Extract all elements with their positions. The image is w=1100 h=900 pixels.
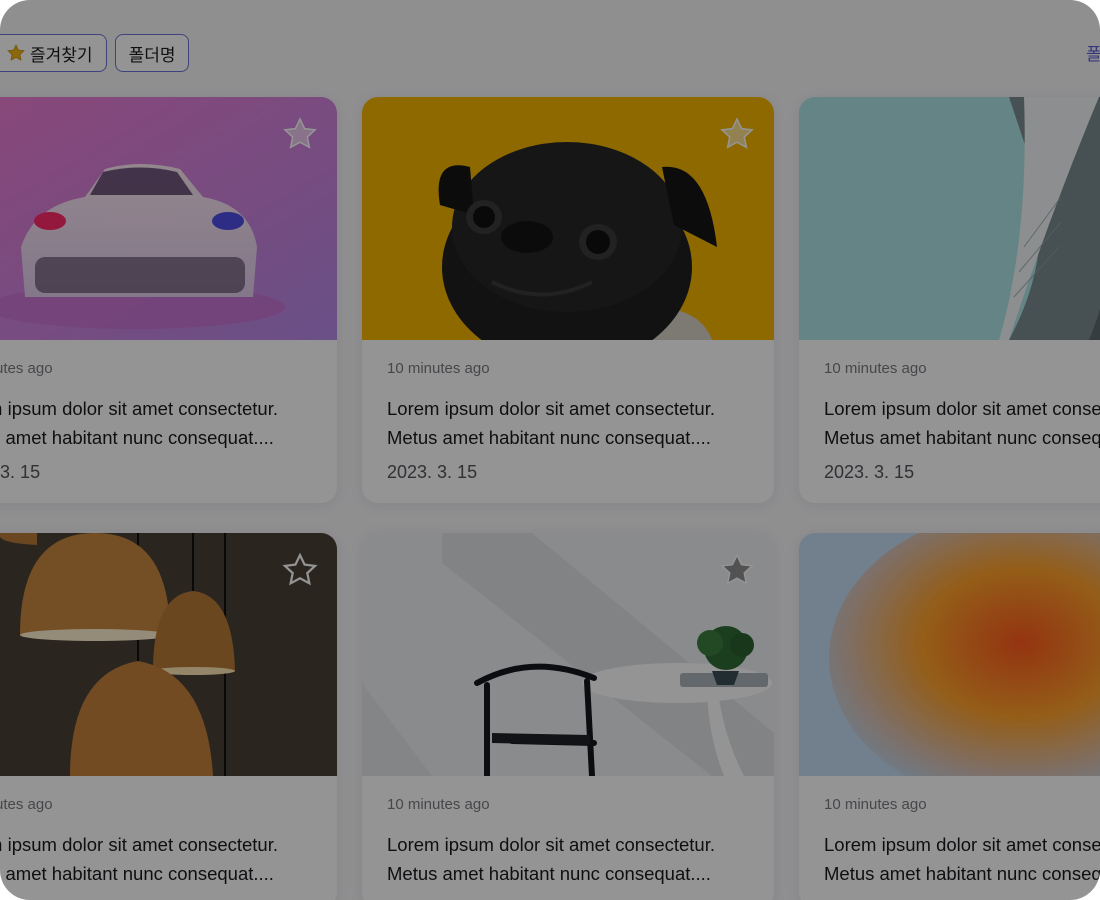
card-time: 10 minutes ago — [0, 796, 53, 813]
card-description: Lorem ipsum dolor sit amet consectetur. … — [387, 830, 749, 888]
folder-chip[interactable]: 폴더명 — [114, 34, 190, 72]
card-description: Lorem ipsum dolor sit amet consectetur. … — [0, 394, 312, 452]
card-pug[interactable]: 10 minutes ago Lorem ipsum dolor sit ame… — [362, 97, 774, 503]
card-time: 10 minutes ago — [387, 796, 490, 813]
card-body: 10 minutes ago Lorem ipsum dolor sit ame… — [0, 340, 337, 503]
card-line2: Metus amet habitant nunc consequat.... — [387, 863, 711, 884]
star-icon — [720, 117, 754, 149]
favorite-toggle[interactable] — [718, 551, 756, 589]
card-description: Lorem ipsum dolor sit amet consectetur. … — [824, 394, 1100, 452]
favorites-chip-label: 즐겨찾기 — [30, 45, 93, 66]
card-line2: Metus amet habitant nunc consequat.... — [824, 427, 1100, 448]
card-line1: Lorem ipsum dolor sit amet consectetur. — [824, 398, 1100, 419]
gallery-screen: 즐겨찾기 폴더명 폴 tes ago ipsum dolor sit amet … — [0, 0, 1100, 900]
card-thumbnail — [799, 97, 1100, 340]
chair-image — [362, 533, 774, 776]
card-time: 10 minutes ago — [0, 360, 53, 377]
favorite-toggle[interactable] — [281, 115, 319, 153]
card-line1: Lorem ipsum dolor sit amet consectetur. — [824, 834, 1100, 855]
card-gradient[interactable]: 10 minutes ago Lorem ipsum dolor sit ame… — [799, 533, 1100, 900]
card-chair[interactable]: 10 minutes ago Lorem ipsum dolor sit ame… — [362, 533, 774, 900]
card-architecture[interactable]: 10 minutes ago Lorem ipsum dolor sit ame… — [799, 97, 1100, 503]
card-thumbnail — [0, 97, 337, 340]
card-lamps[interactable]: 10 minutes ago Lorem ipsum dolor sit ame… — [0, 533, 337, 900]
card-description: Lorem ipsum dolor sit amet consectetur. … — [387, 394, 749, 452]
card-date: 2023. 3. 15 — [824, 462, 915, 482]
card-line2: Metus amet habitant nunc consequat.... — [387, 427, 711, 448]
folder-chip-label: 폴더명 — [128, 45, 176, 66]
folder-more-link[interactable]: 폴 — [1086, 40, 1100, 65]
card-thumbnail — [799, 533, 1100, 776]
star-icon — [720, 553, 754, 585]
star-icon — [282, 552, 318, 586]
card-body: 10 minutes ago Lorem ipsum dolor sit ame… — [799, 776, 1100, 900]
card-time: 10 minutes ago — [824, 360, 927, 377]
folder-chips: 즐겨찾기 폴더명 — [0, 34, 190, 72]
card-thumbnail — [0, 533, 337, 776]
card-description: Lorem ipsum dolor sit amet consectetur. … — [0, 830, 312, 888]
star-icon — [7, 44, 25, 61]
card-time: 10 minutes ago — [387, 360, 490, 377]
card-date: 2023. 3. 15 — [0, 462, 41, 482]
card-time: 10 minutes ago — [824, 796, 927, 813]
card-description: Lorem ipsum dolor sit amet consectetur. … — [824, 830, 1100, 888]
card-line2: Metus amet habitant nunc consequat.... — [824, 863, 1100, 884]
card-body: 10 minutes ago Lorem ipsum dolor sit ame… — [362, 340, 774, 503]
card-line1: Lorem ipsum dolor sit amet consectetur. — [387, 834, 716, 855]
card-line1: Lorem ipsum dolor sit amet consectetur. — [0, 834, 279, 855]
card-car[interactable]: 10 minutes ago Lorem ipsum dolor sit ame… — [0, 97, 337, 503]
architecture-image — [799, 97, 1100, 340]
card-line2: Metus amet habitant nunc consequat.... — [0, 427, 274, 448]
card-body: 10 minutes ago Lorem ipsum dolor sit ame… — [799, 340, 1100, 503]
favorites-chip[interactable]: 즐겨찾기 — [0, 34, 107, 72]
card-line2: Metus amet habitant nunc consequat.... — [0, 863, 274, 884]
favorite-toggle[interactable] — [281, 551, 319, 589]
card-body: 10 minutes ago Lorem ipsum dolor sit ame… — [0, 776, 337, 900]
card-body: 10 minutes ago Lorem ipsum dolor sit ame… — [362, 776, 774, 900]
favorite-toggle[interactable] — [718, 115, 756, 153]
card-line1: Lorem ipsum dolor sit amet consectetur. — [0, 398, 279, 419]
gradient-image — [799, 533, 1100, 776]
star-icon — [283, 117, 317, 149]
card-line1: Lorem ipsum dolor sit amet consectetur. — [387, 398, 716, 419]
card-date: 2023. 3. 15 — [387, 462, 478, 482]
card-thumbnail — [362, 97, 774, 340]
pug-image — [362, 97, 774, 340]
card-thumbnail — [362, 533, 774, 776]
